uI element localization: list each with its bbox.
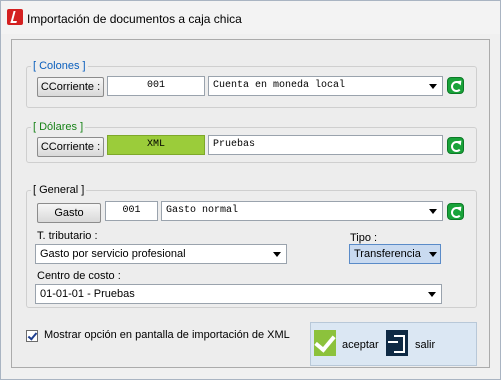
dolares-legend: [ Dólares ] — [33, 121, 84, 133]
dolares-account-button[interactable]: CCorriente : — [37, 137, 104, 157]
expense-select[interactable]: Gasto normal — [161, 201, 443, 221]
colones-account-button[interactable]: CCorriente : — [37, 77, 104, 97]
accept-button[interactable]: aceptar — [342, 339, 379, 351]
cost-center-value: 01-01-01 - Pruebas — [40, 288, 135, 300]
dolares-code-field[interactable]: XML — [107, 135, 205, 155]
tax-select[interactable]: Gasto por servicio profesional — [35, 244, 287, 264]
expense-code-field[interactable]: 001 — [105, 201, 158, 221]
chevron-down-icon — [429, 84, 437, 89]
dolares-account-select[interactable]: Pruebas — [208, 135, 443, 155]
colones-legend: [ Colones ] — [33, 60, 86, 72]
colones-refresh-icon[interactable] — [447, 77, 464, 94]
expense-refresh-icon[interactable] — [447, 203, 464, 220]
show-option-checkbox[interactable] — [26, 330, 38, 342]
dolares-refresh-icon[interactable] — [447, 137, 464, 154]
tax-label: T. tributario : — [37, 230, 98, 242]
general-legend: [ General ] — [33, 184, 85, 196]
cost-center-select[interactable]: 01-01-01 - Pruebas — [35, 284, 442, 304]
type-label: Tipo : — [350, 232, 378, 244]
tax-value: Gasto por servicio profesional — [40, 248, 186, 260]
title-bar: Importación de documentos a caja chica — [1, 1, 500, 34]
colones-account-select[interactable]: Cuenta en moneda local — [208, 76, 443, 96]
colones-code-field[interactable]: 001 — [107, 76, 205, 96]
type-select[interactable]: Transferencia — [349, 244, 441, 264]
type-value: Transferencia — [354, 248, 421, 260]
cost-center-label: Centro de costo : — [37, 270, 121, 282]
expense-value: Gasto normal — [166, 205, 239, 216]
dolares-account-value: Pruebas — [213, 139, 256, 150]
exit-icon[interactable] — [386, 330, 408, 356]
checkmark-icon[interactable] — [314, 330, 336, 356]
chevron-down-icon — [428, 292, 436, 297]
action-bar: aceptar salir — [310, 322, 477, 366]
window-title: Importación de documentos a caja chica — [27, 12, 242, 26]
import-dialog: Importación de documentos a caja chica [… — [0, 0, 501, 380]
chevron-down-icon — [273, 252, 281, 257]
expense-button[interactable]: Gasto — [37, 203, 101, 223]
exit-button[interactable]: salir — [415, 339, 435, 351]
app-icon — [7, 9, 23, 25]
chevron-down-icon — [429, 209, 437, 214]
show-option-label: Mostrar opción en pantalla de importació… — [44, 329, 290, 341]
colones-account-value: Cuenta en moneda local — [213, 80, 346, 91]
chevron-down-icon — [429, 252, 437, 257]
